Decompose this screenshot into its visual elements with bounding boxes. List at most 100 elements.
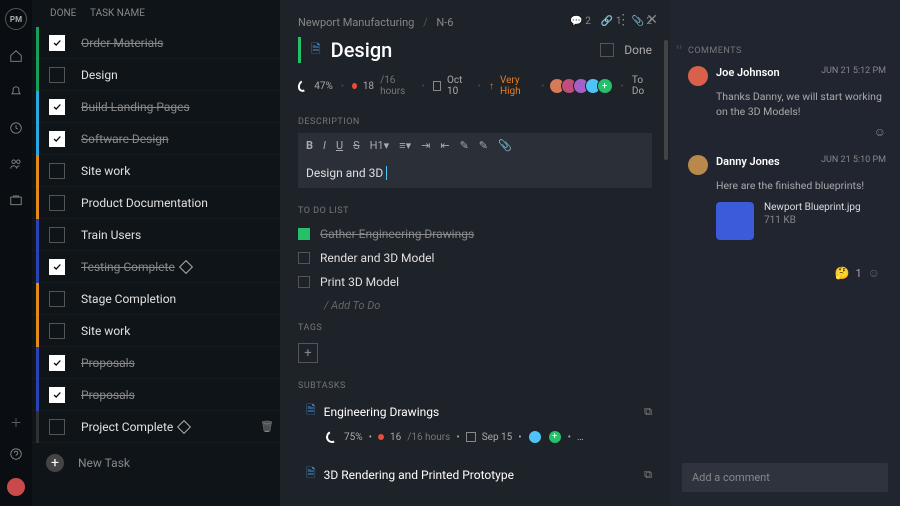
todo-checkbox[interactable] <box>298 276 310 288</box>
subtask-title[interactable]: Engineering Drawings <box>324 405 636 419</box>
task-name: Design <box>81 68 118 82</box>
user-avatar[interactable] <box>7 478 25 496</box>
assignee-avatars[interactable]: + <box>553 78 613 94</box>
breadcrumb-id[interactable]: N-6 <box>436 16 453 29</box>
task-checkbox[interactable] <box>49 419 65 435</box>
task-checkbox[interactable] <box>49 35 65 51</box>
task-color-bar <box>36 59 39 91</box>
collapse-icon[interactable]: ›› <box>676 42 682 53</box>
task-row[interactable]: Site work <box>32 315 280 347</box>
highlight-button[interactable]: ✎ <box>479 139 488 152</box>
indent-button[interactable]: ⇥ <box>421 139 430 152</box>
draw-button[interactable]: ✎ <box>460 139 469 152</box>
underline-button[interactable]: U <box>336 139 343 152</box>
assignee-avatar[interactable] <box>528 430 542 444</box>
todo-checkbox[interactable] <box>298 228 310 240</box>
comment-avatar[interactable] <box>688 155 708 175</box>
comment-input[interactable]: Add a comment <box>682 463 888 492</box>
breadcrumb-project[interactable]: Newport Manufacturing <box>298 16 414 29</box>
task-row[interactable]: Proposals <box>32 347 280 379</box>
add-icon[interactable]: ＋ <box>8 414 24 430</box>
new-task-button[interactable]: + New Task <box>32 447 280 479</box>
add-reaction-icon[interactable]: ☺ <box>688 119 886 139</box>
bold-button[interactable]: B <box>306 139 313 152</box>
task-checkbox[interactable] <box>49 387 65 403</box>
subtask-hours[interactable]: 16 <box>390 432 401 443</box>
status-label[interactable]: To Do <box>632 75 652 97</box>
task-row[interactable]: Site work <box>32 155 280 187</box>
home-icon[interactable] <box>8 48 24 64</box>
hours-done[interactable]: 18 <box>363 81 374 92</box>
open-external-icon[interactable]: ⧉ <box>644 405 652 419</box>
task-checkbox[interactable] <box>49 131 65 147</box>
subtask-progress[interactable]: 75% <box>344 432 363 443</box>
reaction-bar[interactable]: 🤔 1 ☺ <box>670 256 900 280</box>
close-icon[interactable]: ✕ <box>646 12 658 28</box>
help-icon[interactable] <box>8 446 24 462</box>
due-date[interactable]: Oct 10 <box>447 75 470 97</box>
scrollbar[interactable] <box>664 40 668 240</box>
task-checkbox[interactable] <box>49 99 65 115</box>
task-checkbox[interactable] <box>49 67 65 83</box>
task-row[interactable]: Project Complete 🗑 <box>32 411 280 443</box>
done-checkbox[interactable] <box>600 43 614 57</box>
add-assignee-button[interactable]: + <box>597 78 613 94</box>
team-icon[interactable] <box>8 156 24 172</box>
open-external-icon[interactable]: ⧉ <box>644 468 652 482</box>
subtask-more[interactable]: … <box>577 432 584 443</box>
app-logo[interactable]: PM <box>5 8 27 30</box>
comments-count-icon[interactable]: 💬 2 <box>570 16 591 29</box>
trash-icon[interactable]: 🗑 <box>260 420 274 433</box>
task-checkbox[interactable] <box>49 355 65 371</box>
outdent-button[interactable]: ⇤ <box>440 139 449 152</box>
task-row[interactable]: Order Materials <box>32 27 280 59</box>
comment-avatar[interactable] <box>688 66 708 86</box>
todo-item[interactable]: Print 3D Model <box>280 270 670 294</box>
comment-author[interactable]: Joe Johnson <box>716 66 780 79</box>
task-checkbox[interactable] <box>49 163 65 179</box>
list-button[interactable]: ≡▾ <box>399 139 411 152</box>
task-row[interactable]: Stage Completion <box>32 283 280 315</box>
todo-text: Gather Engineering Drawings <box>320 227 474 241</box>
todo-item[interactable]: Render and 3D Model <box>280 246 670 270</box>
task-checkbox[interactable] <box>49 195 65 211</box>
task-row[interactable]: Design <box>32 59 280 91</box>
italic-button[interactable]: I <box>323 139 326 152</box>
task-row[interactable]: Product Documentation <box>32 187 280 219</box>
task-checkbox[interactable] <box>49 227 65 243</box>
strike-button[interactable]: S <box>353 139 360 152</box>
subtask-title[interactable]: 3D Rendering and Printed Prototype <box>324 468 636 482</box>
notifications-icon[interactable] <box>8 84 24 100</box>
add-tag-button[interactable]: + <box>298 343 318 363</box>
attachment-size: 711 KB <box>764 215 861 226</box>
add-reaction-icon[interactable]: ☺ <box>868 266 880 280</box>
progress-percent[interactable]: 47% <box>314 81 333 92</box>
todo-checkbox[interactable] <box>298 252 310 264</box>
task-row[interactable]: Build Landing Pages <box>32 91 280 123</box>
task-row[interactable]: Train Users <box>32 219 280 251</box>
reaction-emoji[interactable]: 🤔 <box>835 266 850 280</box>
task-row[interactable]: Software Design <box>32 123 280 155</box>
task-row[interactable]: Proposals <box>32 379 280 411</box>
todo-item[interactable]: Gather Engineering Drawings <box>280 222 670 246</box>
attach-button[interactable]: 📎 <box>498 139 512 152</box>
attachment[interactable]: Newport Blueprint.jpg 711 KB <box>716 202 886 240</box>
heading-button[interactable]: H1▾ <box>370 139 390 152</box>
subtask[interactable]: 🗎 3D Rendering and Printed Prototype ⧉ <box>306 460 652 489</box>
recent-icon[interactable] <box>8 120 24 136</box>
task-title[interactable]: Design <box>331 38 591 62</box>
task-row[interactable]: Testing Complete <box>32 251 280 283</box>
subtask-date[interactable]: Sep 15 <box>482 432 513 443</box>
priority-label[interactable]: Very High <box>500 75 533 97</box>
task-checkbox[interactable] <box>49 291 65 307</box>
add-todo-input[interactable]: / Add To Do <box>280 294 670 317</box>
subtask[interactable]: 🗎 Engineering Drawings ⧉ 75%• 16/16 hour… <box>306 397 652 454</box>
projects-icon[interactable] <box>8 192 24 208</box>
comment-author[interactable]: Danny Jones <box>716 155 780 168</box>
task-checkbox[interactable] <box>49 259 65 275</box>
add-assignee-button[interactable]: + <box>548 430 562 444</box>
more-icon[interactable]: ⋮ <box>616 12 630 28</box>
task-checkbox[interactable] <box>49 323 65 339</box>
description-input[interactable]: Design and 3D <box>298 158 652 188</box>
progress-arc-icon <box>296 79 310 94</box>
